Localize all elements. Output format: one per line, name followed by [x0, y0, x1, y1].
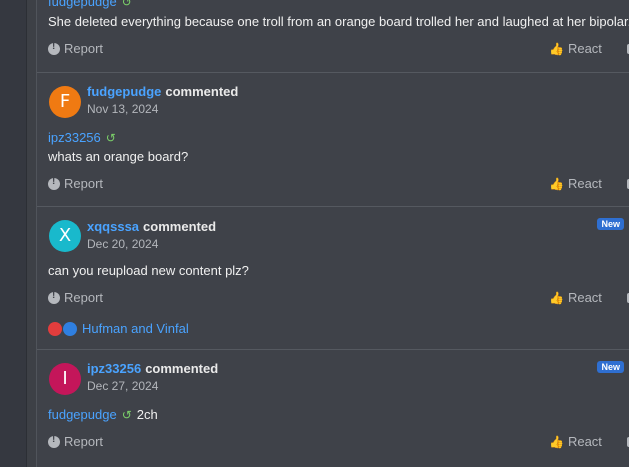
report-label: Report	[64, 290, 104, 305]
like-reaction-icon	[63, 321, 77, 336]
react-button[interactable]: 👍 React	[549, 41, 602, 56]
report-icon	[48, 434, 60, 448]
avatar-letter: F	[59, 91, 71, 112]
comment-2: X xqqsssa commented New Dec 20, 2024 can …	[37, 206, 629, 350]
author-link[interactable]: ipz33256	[87, 361, 141, 376]
avatar[interactable]: X	[49, 220, 81, 252]
comment-3: I ipz33256 commented New Dec 27, 2024 fud…	[37, 349, 629, 467]
report-button[interactable]: Report	[48, 290, 103, 305]
comment-text: whats an orange board?	[48, 149, 189, 164]
reactions-summary[interactable]: Hufman and Vinfal	[48, 321, 189, 336]
react-label: React	[567, 434, 602, 449]
author-link[interactable]: fudgepudge	[87, 84, 161, 99]
reply-to-link[interactable]: ipz33256	[48, 130, 101, 145]
comment-date: Nov 13, 2024	[87, 102, 159, 116]
comment-verb: commented	[143, 219, 217, 234]
report-label: Report	[64, 41, 104, 56]
new-badge: New	[597, 218, 624, 230]
comment-text: She deleted everything because one troll…	[48, 14, 629, 29]
avatar[interactable]: F	[49, 86, 81, 118]
report-button[interactable]: Report	[48, 434, 103, 449]
report-label: Report	[64, 434, 104, 449]
avatar[interactable]: I	[49, 363, 81, 395]
comment-verb: commented	[145, 361, 219, 376]
author-link[interactable]: xqqsssa	[87, 219, 139, 234]
comment-date: Dec 27, 2024	[87, 379, 159, 393]
thumbs-up-icon: 👍	[549, 290, 564, 305]
report-icon	[48, 290, 60, 304]
report-button[interactable]: Report	[48, 176, 103, 191]
reply-to-link[interactable]: fudgepudge	[48, 407, 117, 422]
comment-0: fudgepudge ↺ She deleted everything beca…	[37, 0, 629, 73]
react-label: React	[567, 41, 602, 56]
react-button[interactable]: 👍 React	[549, 176, 602, 191]
report-label: Report	[64, 176, 104, 191]
reply-arrow-icon: ↺	[121, 0, 132, 9]
thumbs-up-icon: 👍	[549, 434, 564, 449]
avatar-letter: I	[62, 368, 68, 389]
new-badge: New	[597, 361, 624, 373]
reactions-users[interactable]: Hufman and Vinfal	[82, 321, 189, 336]
react-button[interactable]: 👍 React	[549, 434, 602, 449]
reply-arrow-icon: ↺	[105, 130, 116, 145]
comment-date: Dec 20, 2024	[87, 237, 159, 251]
report-button[interactable]: Report	[48, 41, 103, 56]
avatar-letter: X	[58, 225, 72, 246]
report-icon	[48, 41, 60, 55]
comment-text: can you reupload new content plz?	[48, 263, 249, 278]
thumbs-up-icon: 👍	[549, 176, 564, 191]
comment-verb: commented	[165, 84, 239, 99]
thumbs-up-icon: 👍	[549, 41, 564, 56]
report-icon	[48, 176, 60, 190]
dislike-reaction-icon	[48, 321, 62, 336]
comment-text: 2ch	[136, 407, 158, 422]
left-rail	[0, 0, 27, 467]
react-label: React	[567, 176, 602, 191]
reply-to-link[interactable]: fudgepudge	[48, 0, 117, 9]
react-label: React	[567, 290, 602, 305]
react-button[interactable]: 👍 React	[549, 290, 602, 305]
reply-arrow-icon: ↺	[121, 407, 132, 422]
comment-1: F fudgepudge commented Nov 13, 2024 ipz33…	[37, 72, 629, 207]
comment-thread: fudgepudge ↺ She deleted everything beca…	[36, 0, 629, 467]
